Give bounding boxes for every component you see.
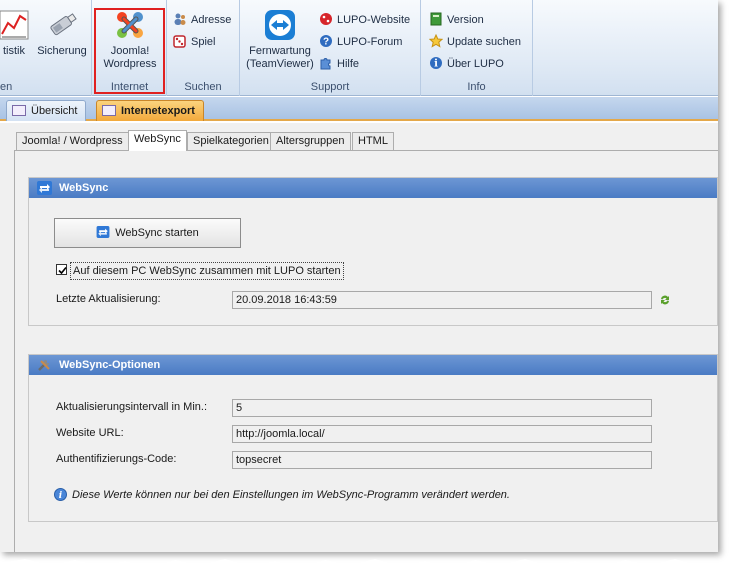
window-icon [12, 105, 26, 116]
info-note: i Diese Werte können nur bei den Einstel… [54, 488, 510, 501]
websync-options-section: WebSync-Optionen Aktualisierungsinterval… [28, 354, 718, 522]
dice-icon [173, 35, 186, 48]
people-icon [174, 13, 186, 25]
svg-text:i: i [434, 59, 438, 70]
svg-text:i: i [59, 491, 63, 501]
info-icon: i [430, 57, 442, 70]
teamviewer-icon [265, 10, 295, 40]
tools-icon [38, 360, 50, 371]
info-icon: i [54, 488, 67, 501]
tab-websync[interactable]: WebSync [128, 130, 187, 151]
autostart-checkbox[interactable] [56, 264, 67, 275]
websync-section: WebSync WebSync starten Auf diesem PC We… [28, 177, 718, 326]
ueber-lupo-label: Über LUPO [447, 58, 504, 70]
ribbon: tistik Sicherung en Joomla! Wordpress In… [0, 0, 718, 96]
ribbon-group-label: Suchen [184, 81, 222, 93]
teamviewer-label: Fernwartung (TeamViewer) [246, 45, 314, 70]
lupo-logo-icon [320, 13, 332, 25]
websync-section-header: WebSync [29, 178, 717, 198]
document-tab-bar: Übersicht Internetexport [0, 97, 718, 121]
torn-edge-bottom [0, 559, 732, 567]
lupo-forum-label: LUPO-Forum [337, 36, 403, 48]
sync-arrows-icon [96, 226, 110, 238]
star-icon [429, 34, 443, 48]
tab-spielkategorien[interactable]: Spielkategorien [187, 132, 275, 150]
puzzle-icon [320, 58, 331, 70]
websync-start-label: WebSync starten [115, 227, 199, 239]
tab-altersgruppen[interactable]: Altersgruppen [270, 132, 351, 150]
ribbon-group-extras: tistik Sicherung en [0, 0, 92, 96]
spiel-label: Spiel [191, 36, 216, 48]
auth-code-field[interactable]: topsecret [232, 451, 652, 469]
usb-stick-icon [50, 13, 77, 36]
update-suchen-label: Update suchen [447, 36, 521, 48]
ribbon-group-suchen: Adresse Spiel Suchen [167, 0, 240, 96]
tab-joomla-wordpress[interactable]: Joomla! / Wordpress [16, 132, 129, 150]
ribbon-group-label: en [0, 81, 13, 93]
tab-internetexport[interactable]: Internetexport [96, 100, 204, 121]
highlight-box [94, 8, 165, 94]
adresse-label: Adresse [191, 14, 232, 26]
ribbon-group-support: Fernwartung (TeamViewer) LUPO-Website ? … [240, 0, 421, 96]
tab-uebersicht[interactable]: Übersicht [6, 100, 87, 121]
ribbon-group-label: Support [310, 81, 350, 93]
last-update-field[interactable]: 20.09.2018 16:43:59 [232, 291, 652, 309]
last-update-label: Letzte Aktualisierung: [56, 293, 161, 305]
spiel-button[interactable]: Spiel [173, 33, 215, 51]
statistik-label: tistik [3, 45, 25, 57]
options-section-header: WebSync-Optionen [29, 355, 717, 375]
interval-label: Aktualisierungsintervall in Min.: [56, 401, 208, 413]
refresh-icon[interactable] [658, 293, 672, 307]
interval-field[interactable]: 5 [232, 399, 652, 417]
update-suchen-button[interactable]: Update suchen [429, 33, 521, 51]
tab-label: Übersicht [31, 105, 78, 117]
svg-text:?: ? [323, 37, 329, 48]
ueber-lupo-button[interactable]: i Über LUPO [429, 55, 504, 73]
version-icon [430, 12, 442, 26]
app-window: tistik Sicherung en Joomla! Wordpress In… [0, 0, 718, 552]
content-area: Joomla! / Wordpress WebSync Spielkategor… [0, 123, 718, 552]
adresse-button[interactable]: Adresse [173, 11, 231, 29]
options-section-title: WebSync-Optionen [59, 359, 161, 371]
lupo-website-label: LUPO-Website [337, 14, 411, 26]
window-icon [102, 105, 116, 116]
lupo-website-button[interactable]: LUPO-Website [319, 11, 410, 29]
teamviewer-button[interactable]: Fernwartung (TeamViewer) [244, 8, 316, 71]
help-circle-icon: ? [320, 35, 332, 48]
torn-edge-right [727, 0, 732, 560]
hilfe-label: Hilfe [337, 58, 360, 70]
tab-label: Internetexport [121, 105, 195, 117]
auth-code-label: Authentifizierungs-Code: [56, 453, 177, 465]
hilfe-button[interactable]: Hilfe [319, 55, 359, 73]
checkmark-icon [58, 266, 67, 275]
websync-section-title: WebSync [59, 182, 109, 194]
website-url-label: Website URL: [56, 427, 124, 439]
lupo-forum-button[interactable]: ? LUPO-Forum [319, 33, 402, 51]
website-url-field[interactable]: http://joomla.local/ [232, 425, 652, 443]
info-note-text: Diese Werte können nur bei den Einstellu… [72, 489, 510, 501]
version-button[interactable]: Version [429, 11, 484, 29]
tab-html[interactable]: HTML [352, 132, 394, 150]
websync-start-button[interactable]: WebSync starten [54, 218, 241, 248]
statistik-button[interactable]: tistik [0, 8, 34, 58]
version-label: Version [447, 14, 484, 26]
sicherung-button[interactable]: Sicherung [35, 8, 89, 58]
autostart-label[interactable]: Auf diesem PC WebSync zusammen mit LUPO … [70, 262, 344, 280]
ribbon-group-label: Info [467, 81, 486, 93]
chart-icon [0, 10, 29, 40]
ribbon-group-info: Version Update suchen i Über LUPO Info [421, 0, 533, 96]
sync-arrows-icon [37, 181, 52, 195]
sicherung-label: Sicherung [37, 45, 87, 57]
